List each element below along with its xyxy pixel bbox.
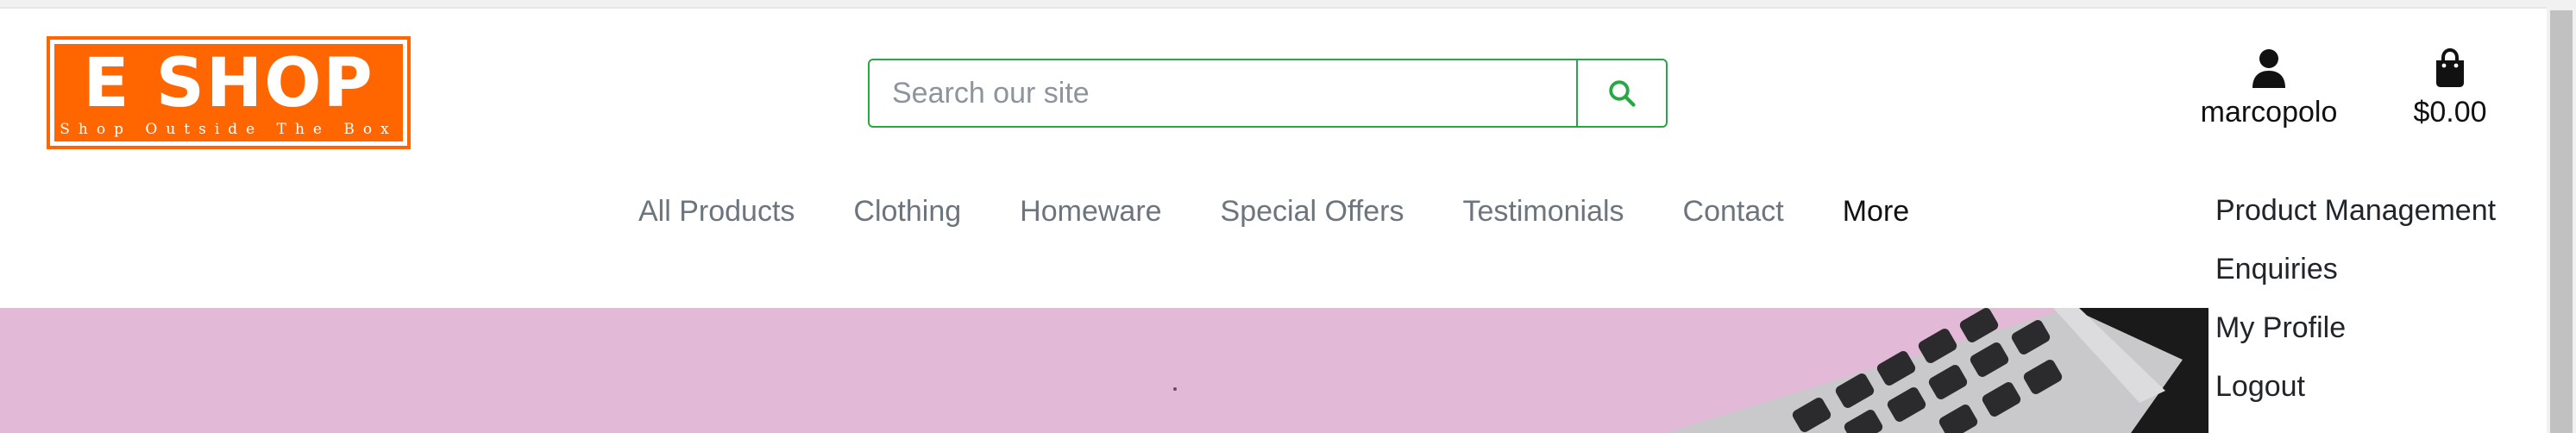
nav-special-offers[interactable]: Special Offers: [1221, 195, 1404, 229]
menu-item-my-profile[interactable]: My Profile: [2215, 298, 2547, 357]
menu-item-logout[interactable]: Logout: [2215, 357, 2547, 416]
hero-banner: [0, 308, 2547, 433]
account-link[interactable]: marcopolo: [2183, 48, 2355, 129]
shopping-bag-icon: [2436, 47, 2464, 87]
bag-total: $0.00: [2413, 96, 2487, 129]
search-icon: [1609, 80, 1636, 107]
account-username: marcopolo: [2200, 96, 2338, 129]
logo-link[interactable]: E SHOP Shop Outside The Box: [47, 36, 411, 149]
shopping-bag-link[interactable]: $0.00: [2398, 47, 2502, 129]
search-input[interactable]: [870, 60, 1576, 126]
hero-speck: [1173, 387, 1177, 391]
menu-item-product-management[interactable]: Product Management: [2215, 181, 2547, 240]
account-dropdown-menu: Product Management Enquiries My Profile …: [2208, 169, 2547, 433]
search-button[interactable]: [1576, 60, 1666, 126]
nav-testimonials[interactable]: Testimonials: [1462, 195, 1624, 229]
search-form: [868, 59, 1668, 128]
logo-title: E SHOP: [83, 45, 374, 122]
logo-tagline: Shop Outside The Box: [60, 121, 398, 138]
nav-all-products[interactable]: All Products: [638, 195, 795, 229]
main-nav: All Products Clothing Homeware Special O…: [638, 195, 1909, 229]
nav-more[interactable]: More: [1843, 195, 1909, 229]
menu-item-enquiries[interactable]: Enquiries: [2215, 240, 2547, 298]
nav-clothing[interactable]: Clothing: [853, 195, 961, 229]
top-border: [0, 0, 2547, 9]
logo: E SHOP Shop Outside The Box: [54, 44, 403, 141]
user-icon: [2252, 49, 2285, 88]
nav-contact[interactable]: Contact: [1683, 195, 1784, 229]
scrollbar[interactable]: [2547, 0, 2576, 433]
laptop-keyboard-image: [1665, 308, 2208, 433]
scrollbar-thumb[interactable]: [2550, 10, 2573, 433]
nav-homeware[interactable]: Homeware: [1020, 195, 1161, 229]
